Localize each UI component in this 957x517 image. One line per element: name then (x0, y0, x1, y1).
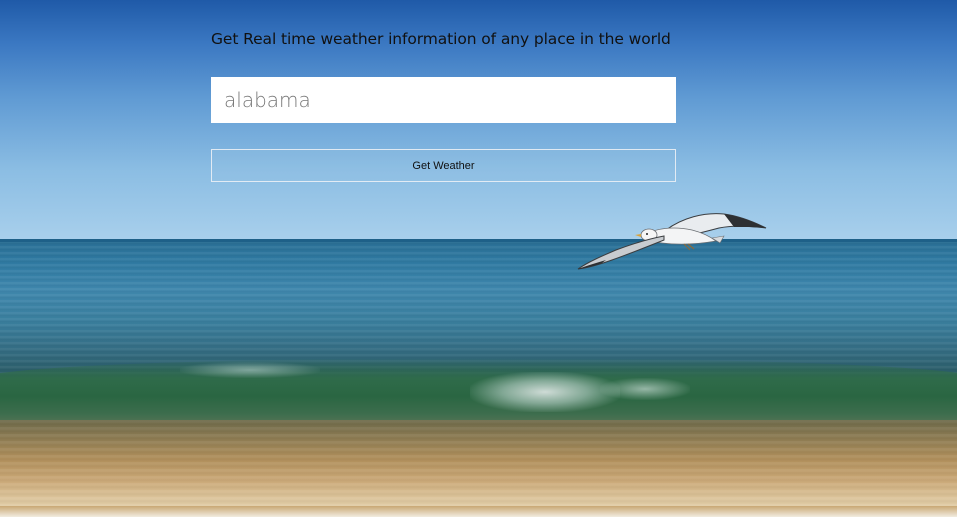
wave-foam (180, 362, 320, 378)
horizon-line (0, 239, 957, 242)
get-weather-button[interactable]: Get Weather (211, 149, 676, 182)
page-tagline: Get Real time weather information of any… (211, 30, 671, 48)
sand (0, 420, 957, 517)
sand-edge (0, 506, 957, 517)
wave-foam (470, 372, 620, 412)
background-scene: Get Real time weather information of any… (0, 0, 957, 517)
seagull-image (577, 213, 767, 270)
wave-foam (600, 378, 690, 400)
location-search-input[interactable] (211, 77, 676, 123)
